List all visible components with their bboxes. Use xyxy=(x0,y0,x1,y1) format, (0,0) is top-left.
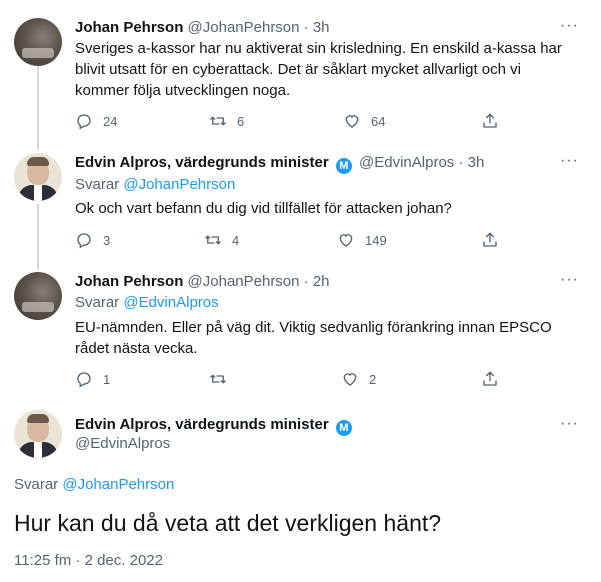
share-button[interactable] xyxy=(481,230,499,250)
reply-icon xyxy=(77,372,91,388)
tweet[interactable]: Johan Pehrson @JohanPehrson · 2h ··· Sva… xyxy=(0,272,601,390)
author-handle[interactable]: @EdvinAlpros xyxy=(75,434,170,454)
tweet-actions: 24 6 64 xyxy=(75,111,505,131)
tweet-header: Johan Pehrson @JohanPehrson · 3h xyxy=(75,18,330,38)
replying-label: Svarar xyxy=(14,476,59,493)
author-name[interactable]: Edvin Alpros, värdegrunds minister xyxy=(75,416,329,433)
tweet-text: Hur kan du då veta att det verkligen hän… xyxy=(14,510,442,536)
more-options-icon[interactable]: ··· xyxy=(560,272,579,288)
mention-link[interactable]: @JohanPehrson xyxy=(123,176,235,193)
avatar[interactable] xyxy=(14,410,62,458)
like-count: 149 xyxy=(365,232,387,248)
reply-count: 3 xyxy=(103,232,111,248)
tweet-time[interactable]: · 3h xyxy=(304,19,330,36)
like-count: 2 xyxy=(369,371,377,387)
tweet-text: EU-nämnden. Eller på väg dit. Viktig sed… xyxy=(75,319,552,357)
author-handle[interactable]: @JohanPehrson xyxy=(188,19,300,36)
like-button[interactable]: 149 xyxy=(337,230,387,250)
retweet-button[interactable] xyxy=(209,369,237,389)
reply-count: 24 xyxy=(103,113,118,129)
reply-count: 1 xyxy=(103,371,111,387)
author-handle[interactable]: @JohanPehrson xyxy=(188,273,300,290)
share-button[interactable] xyxy=(481,111,499,131)
share-icon xyxy=(483,113,497,128)
focused-tweet: Edvin Alpros, värdegrunds minister M @Ed… xyxy=(0,410,601,570)
tweet-time[interactable]: · 3h xyxy=(458,154,484,171)
retweet-button[interactable]: 4 xyxy=(204,230,239,250)
retweet-count: 6 xyxy=(237,113,245,129)
tweet-header: Johan Pehrson @JohanPehrson · 2h xyxy=(75,272,330,292)
tweet-header: Edvin Alpros, värdegrunds minister M xyxy=(75,415,355,436)
tweet-actions: 1 2 xyxy=(75,369,505,389)
retweet-count: 4 xyxy=(232,232,240,248)
author-name[interactable]: Johan Pehrson xyxy=(75,19,183,36)
replying-label: Svarar xyxy=(75,294,120,311)
author-name[interactable]: Edvin Alpros, värdegrunds minister xyxy=(75,154,329,171)
reply-button[interactable]: 3 xyxy=(75,230,110,250)
author-name[interactable]: Johan Pehrson xyxy=(75,273,183,290)
more-options-icon[interactable]: ··· xyxy=(560,153,579,169)
reply-button[interactable]: 1 xyxy=(75,369,110,389)
tweet-timestamp[interactable]: 11:25 fm · 2 dec. 2022 xyxy=(14,552,163,569)
verified-badge-icon[interactable]: M xyxy=(335,420,352,436)
tweet-header: Edvin Alpros, värdegrunds minister M @Ed… xyxy=(75,153,484,174)
tweet-time[interactable]: · 2h xyxy=(304,273,330,290)
replying-to: Svarar @EdvinAlpros xyxy=(75,293,219,313)
retweet-icon xyxy=(210,374,226,384)
heart-icon xyxy=(339,234,353,247)
reply-button[interactable]: 24 xyxy=(75,111,117,131)
share-icon xyxy=(483,232,497,247)
retweet-button[interactable]: 6 xyxy=(209,111,244,131)
avatar[interactable] xyxy=(14,153,62,201)
tweet[interactable]: Edvin Alpros, värdegrunds minister M @Ed… xyxy=(0,153,601,253)
heart-icon xyxy=(343,373,357,386)
tweet[interactable]: Johan Pehrson @JohanPehrson · 3h ··· Sve… xyxy=(0,18,601,133)
mention-link[interactable]: @EdvinAlpros xyxy=(123,294,218,311)
tweet-text: Ok och vart befann du dig vid tillfället… xyxy=(75,200,452,217)
replying-to: Svarar @JohanPehrson xyxy=(14,476,174,493)
heart-icon xyxy=(345,115,359,128)
tweet-actions: 3 4 149 xyxy=(75,230,505,250)
like-count: 64 xyxy=(371,113,386,129)
mention-link[interactable]: @JohanPehrson xyxy=(62,476,174,493)
replying-label: Svarar xyxy=(75,176,120,193)
like-button[interactable]: 2 xyxy=(341,369,376,389)
avatar[interactable] xyxy=(14,272,62,320)
tweet-text: Sveriges a-kassor har nu aktiverat sin k… xyxy=(75,40,562,99)
author-handle[interactable]: @EdvinAlpros xyxy=(359,154,454,171)
like-button[interactable]: 64 xyxy=(343,111,385,131)
retweet-icon xyxy=(210,116,226,126)
more-options-icon[interactable]: ··· xyxy=(560,18,579,34)
reply-icon xyxy=(77,233,91,249)
replying-to: Svarar @JohanPehrson xyxy=(75,175,235,195)
avatar[interactable] xyxy=(14,18,62,66)
verified-badge-icon[interactable]: M xyxy=(335,158,352,174)
share-button[interactable] xyxy=(481,369,499,389)
retweet-icon xyxy=(205,235,221,245)
reply-icon xyxy=(77,114,91,130)
more-options-icon[interactable]: ··· xyxy=(560,416,579,432)
share-icon xyxy=(483,371,497,386)
